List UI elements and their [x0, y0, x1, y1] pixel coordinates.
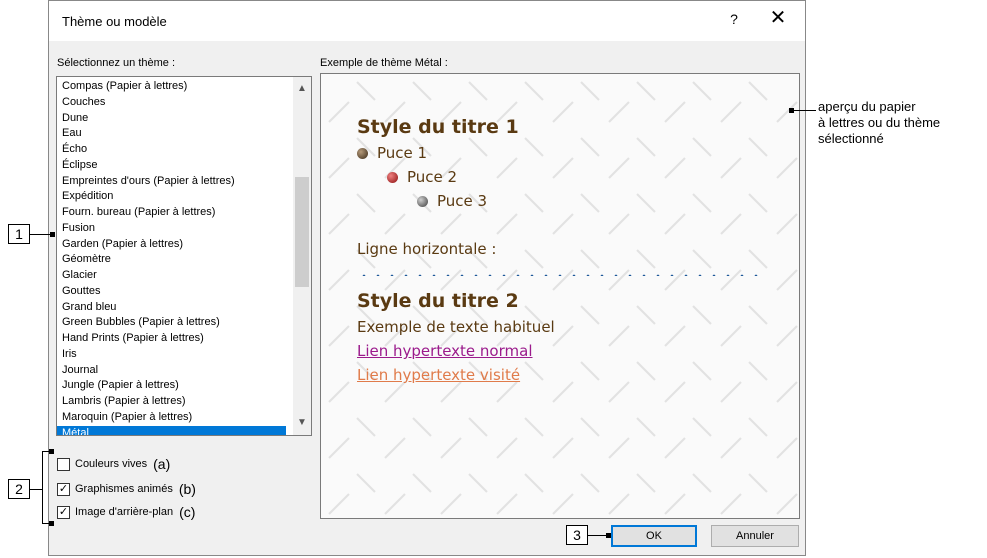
theme-list-item[interactable]: Fourn. bureau (Papier à lettres): [57, 205, 286, 221]
theme-list-item[interactable]: Empreintes d'ours (Papier à lettres): [57, 174, 286, 190]
bullet-3-text: Puce 3: [437, 192, 488, 210]
vivid-colors-note: (a): [153, 456, 171, 472]
theme-list-item[interactable]: Géomètre: [57, 252, 286, 268]
preview-heading-2: Style du titre 2: [357, 290, 519, 312]
vivid-colors-option[interactable]: Couleurs vives (a): [57, 455, 170, 473]
callout-1-dot: [50, 232, 55, 237]
background-image-label: Image d'arrière-plan: [75, 506, 174, 518]
animated-graphics-label: Graphismes animés: [75, 483, 173, 495]
callout-note-line: [791, 110, 816, 111]
preview-link-normal: Lien hypertexte normal: [357, 342, 533, 360]
preview-body-text: Exemple de texte habituel: [357, 318, 555, 336]
theme-list-item[interactable]: Dune: [57, 111, 286, 127]
theme-list-item[interactable]: Lambris (Papier à lettres): [57, 394, 286, 410]
theme-list-item[interactable]: Garden (Papier à lettres): [57, 237, 286, 253]
callout-1-line: [30, 234, 52, 235]
theme-list-item[interactable]: Green Bubbles (Papier à lettres): [57, 315, 286, 331]
background-image-checkbox[interactable]: ✓: [57, 505, 70, 519]
bullet-ball-icon: [357, 147, 368, 159]
bullet-1-text: Puce 1: [377, 144, 428, 162]
scroll-thumb[interactable]: [295, 177, 309, 287]
dialog-title: Thème ou modèle: [62, 14, 167, 29]
callout-2-dot-bottom: [49, 521, 54, 526]
note-line-3: sélectionné: [818, 131, 884, 146]
preview-link-visited: Lien hypertexte visité: [357, 366, 521, 384]
callout-3: 3: [566, 525, 588, 545]
theme-list-item[interactable]: Couches: [57, 95, 286, 111]
animated-graphics-note: (b): [178, 481, 196, 497]
note-line-2: à lettres ou du thème: [818, 115, 941, 130]
preview-callout-note: aperçu du papier à lettres ou du thème s…: [818, 99, 978, 147]
theme-list-item[interactable]: Eau: [57, 126, 286, 142]
theme-list-item[interactable]: Glacier: [57, 268, 286, 284]
theme-list-item[interactable]: Hand Prints (Papier à lettres): [57, 331, 286, 347]
help-button[interactable]: ?: [722, 11, 746, 27]
theme-dialog: Thème ou modèle ? ✕ Sélectionnez un thèm…: [48, 0, 806, 556]
bullet-2-text: Puce 2: [407, 168, 458, 186]
preview-bullet-1: Puce 1: [357, 144, 427, 162]
theme-listbox[interactable]: Compas (Papier à lettres) Couches Dune Eau É…: [56, 76, 312, 436]
theme-list-item[interactable]: Fusion: [57, 221, 286, 237]
preview-bullet-3: Puce 3: [417, 192, 487, 210]
bullet-ball-icon: [387, 171, 398, 183]
callout-3-line: [588, 535, 608, 536]
theme-list-item[interactable]: Expédition: [57, 189, 286, 205]
theme-list-item[interactable]: Compas (Papier à lettres): [57, 79, 286, 95]
note-line-1: aperçu du papier: [818, 99, 916, 114]
theme-list-item[interactable]: Iris: [57, 347, 286, 363]
preview-horizontal-rule: [357, 274, 763, 276]
theme-list-item[interactable]: Maroquin (Papier à lettres): [57, 410, 286, 426]
preview-bullet-2: Puce 2: [387, 168, 457, 186]
theme-list-item[interactable]: Écho: [57, 142, 286, 158]
callout-2: 2: [8, 479, 30, 499]
cancel-button[interactable]: Annuler: [711, 525, 799, 547]
theme-preview: Style du titre 1 Puce 1 Puce 2 Puce 3 Li…: [320, 73, 800, 519]
background-image-option[interactable]: ✓ Image d'arrière-plan (c): [57, 503, 195, 521]
animated-graphics-checkbox[interactable]: ✓: [57, 482, 70, 496]
preview-hr-label: Ligne horizontale :: [357, 240, 497, 258]
theme-list-item[interactable]: Éclipse: [57, 158, 286, 174]
callout-1: 1: [8, 224, 30, 244]
theme-list-item[interactable]: Métal: [57, 425, 286, 435]
callout-2-line: [30, 489, 42, 490]
close-button[interactable]: ✕: [763, 7, 793, 29]
theme-list-item[interactable]: Journal: [57, 363, 286, 379]
list-scrollbar[interactable]: ▲ ▼: [293, 77, 311, 435]
ok-button[interactable]: OK: [611, 525, 697, 547]
theme-list-item[interactable]: Jungle (Papier à lettres): [57, 378, 286, 394]
title-bar: Thème ou modèle ? ✕: [49, 1, 805, 41]
bullet-ball-icon: [417, 195, 428, 207]
preview-label: Exemple de thème Métal :: [320, 57, 448, 69]
vivid-colors-checkbox[interactable]: [57, 457, 70, 471]
callout-3-dot: [606, 533, 611, 538]
theme-list: Compas (Papier à lettres) Couches Dune Eau É…: [57, 79, 286, 435]
preview-heading-1: Style du titre 1: [357, 116, 519, 138]
theme-list-label: Sélectionnez un thème :: [57, 57, 176, 69]
theme-list-item[interactable]: Gouttes: [57, 284, 286, 300]
callout-2-dot-top: [49, 449, 54, 454]
callout-2-bracket: [42, 451, 43, 524]
chevron-down-icon[interactable]: ▼: [293, 415, 311, 431]
animated-graphics-option[interactable]: ✓ Graphismes animés (b): [57, 480, 196, 498]
background-image-note: (c): [179, 504, 196, 520]
vivid-colors-label: Couleurs vives: [75, 458, 148, 470]
theme-list-item[interactable]: Grand bleu: [57, 300, 286, 316]
chevron-up-icon[interactable]: ▲: [293, 81, 311, 97]
